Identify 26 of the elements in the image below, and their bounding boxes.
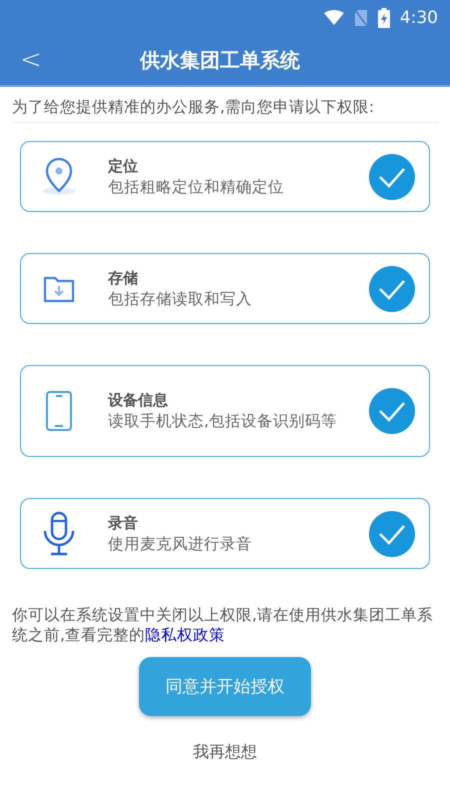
folder-download-icon [42, 274, 76, 302]
location-pin-icon [42, 158, 76, 196]
permission-description: 读取手机状态,包括设备识别码等 [108, 412, 338, 431]
checkbox[interactable] [369, 154, 415, 200]
back-button[interactable]: < [12, 45, 50, 75]
permission-title: 设备信息 [108, 391, 169, 410]
checkbox[interactable] [369, 510, 415, 556]
intro-text: 为了给您提供精准的办公服务,需向您申请以下权限: [12, 97, 438, 123]
battery-charging-icon [378, 8, 390, 28]
smartphone-icon [45, 390, 73, 432]
wifi-icon [324, 10, 344, 26]
permission-description: 包括存储读取和写入 [108, 290, 253, 308]
microphone-icon [42, 510, 76, 556]
app-title: 供水集团工单系统 [138, 46, 301, 74]
checkbox[interactable] [369, 388, 415, 434]
permission-title: 录音 [108, 514, 139, 533]
decline-link[interactable]: 我再想想 [189, 740, 261, 766]
notice-text: 你可以在系统设置中关闭以上权限,请在使用供水集团工单系统之前,查看完整的隐私权政策 [12, 605, 434, 646]
no-sim-icon [354, 8, 368, 26]
permission-title: 存储 [108, 268, 139, 288]
permission-title: 定位 [108, 156, 139, 176]
permission-description: 包括粗略定位和精确定位 [108, 178, 285, 196]
permission-description: 使用麦克风进行录音 [108, 534, 253, 554]
status-time: 4:30 [400, 8, 438, 28]
privacy-policy-link[interactable]: 隐私权政策 [144, 626, 225, 644]
checkbox[interactable] [369, 266, 415, 312]
